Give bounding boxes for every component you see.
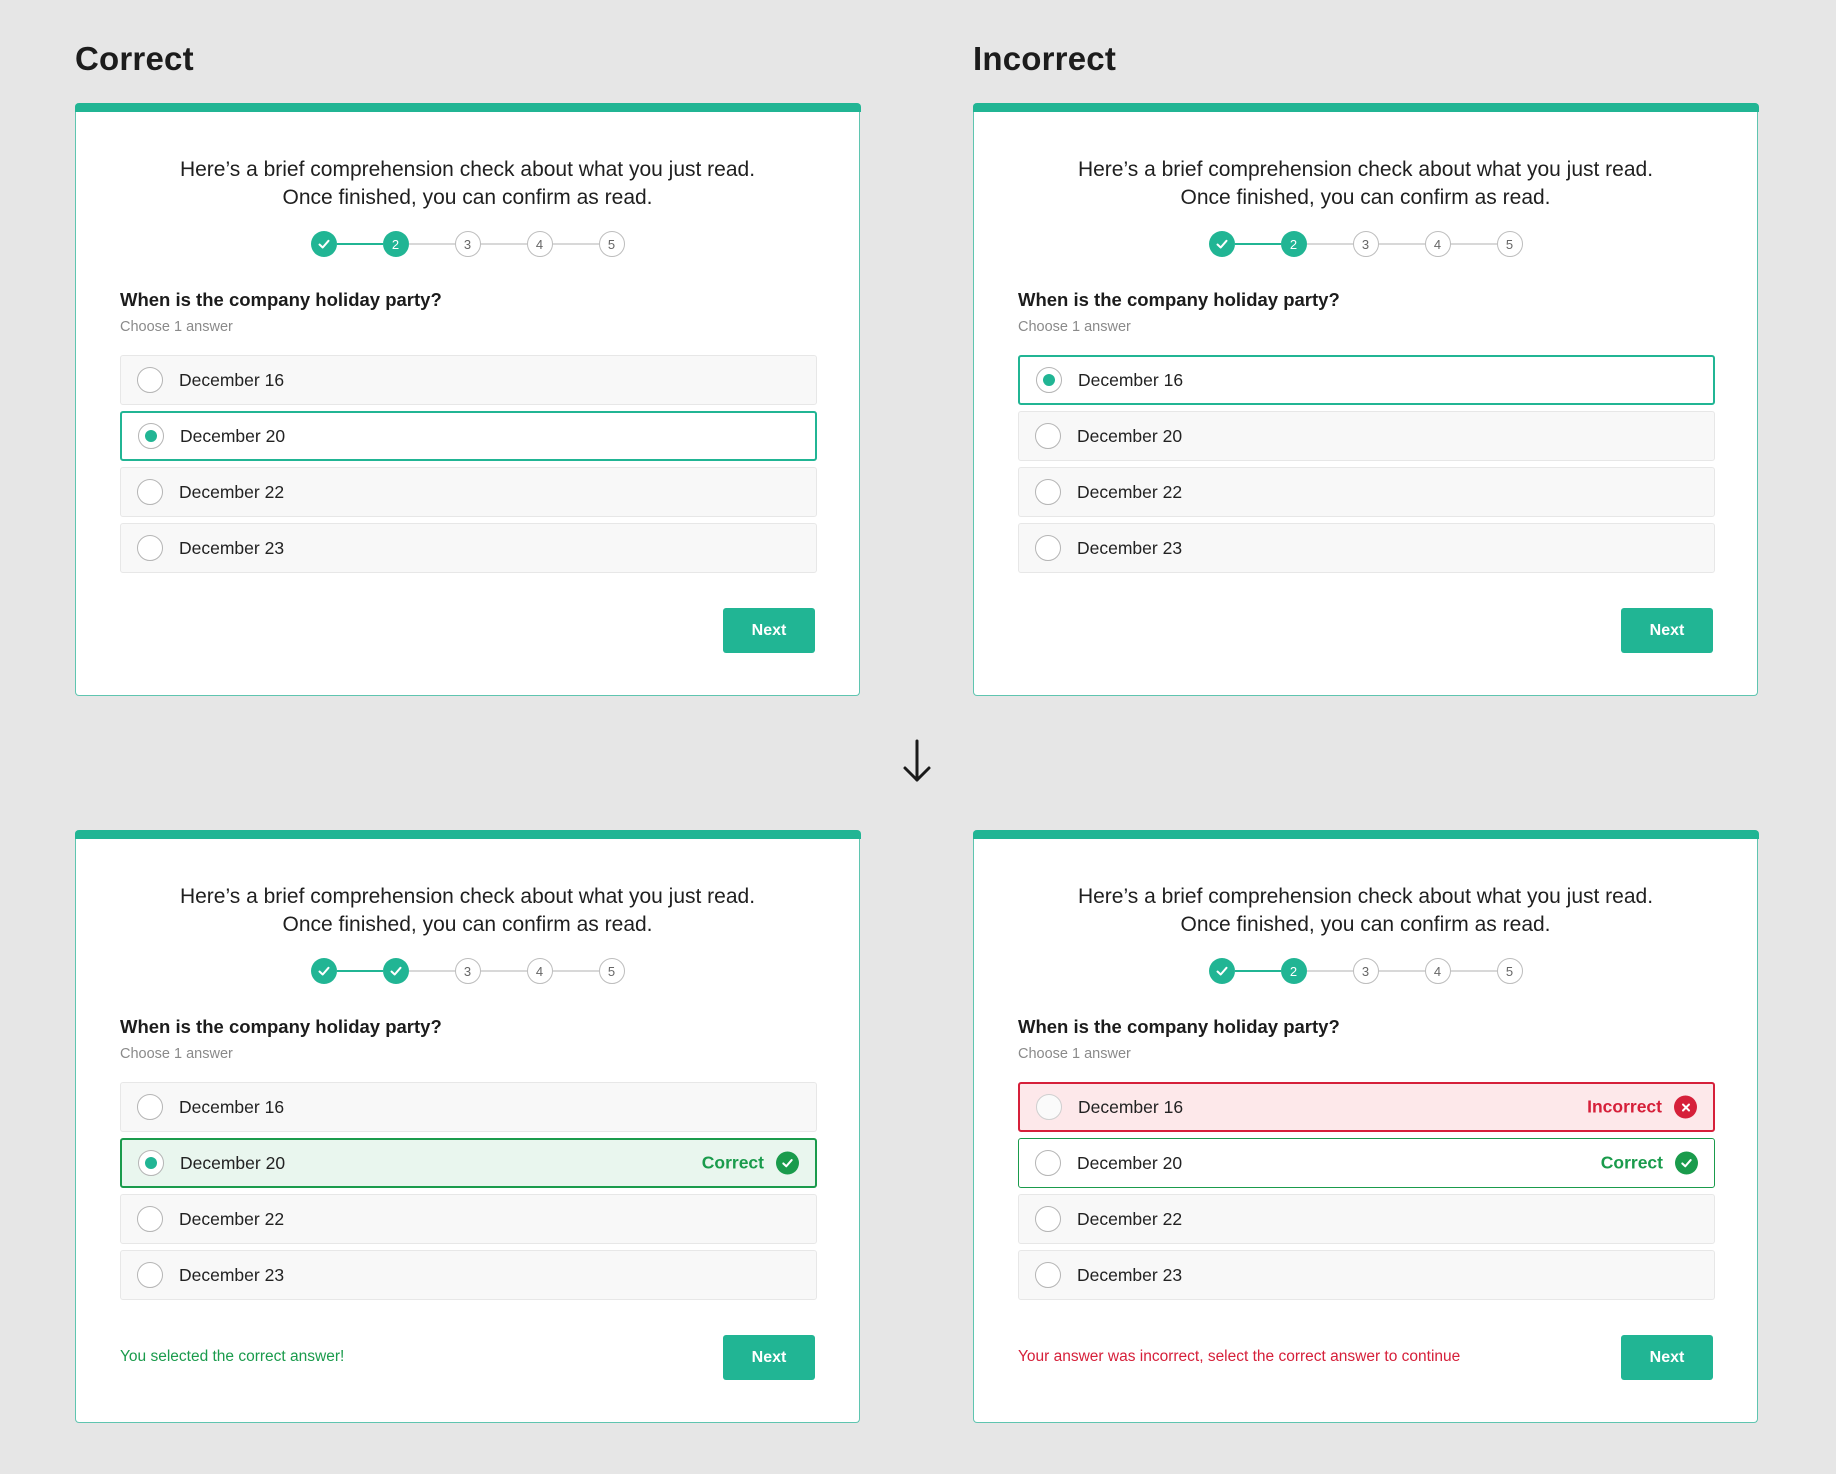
step-3: 3	[454, 231, 481, 257]
radio-button[interactable]	[138, 423, 164, 449]
radio-button[interactable]	[1036, 367, 1062, 393]
progress-stepper: 3 4 5	[76, 957, 859, 985]
quiz-card-correct-before: Here’s a brief comprehension check about…	[74, 103, 861, 696]
quiz-card-incorrect-before: Here’s a brief comprehension check about…	[972, 103, 1759, 696]
correct-badge: Correct	[702, 1151, 799, 1175]
step-4: 4	[526, 231, 553, 257]
incorrect-column-title: Incorrect	[973, 40, 1117, 77]
answer-option[interactable]: December 22	[1018, 467, 1715, 517]
incorrect-badge: Incorrect	[1587, 1095, 1697, 1119]
radio-button[interactable]	[137, 1206, 163, 1232]
answer-option[interactable]: December 22	[120, 467, 817, 517]
radio-button[interactable]	[137, 479, 163, 505]
radio-button[interactable]	[137, 1262, 163, 1288]
question-text: When is the company holiday party?	[120, 1016, 442, 1037]
radio-button[interactable]	[138, 1150, 164, 1176]
question-hint: Choose 1 answer	[120, 319, 233, 335]
answer-option[interactable]: December 16	[120, 1082, 817, 1132]
radio-button[interactable]	[1035, 1150, 1061, 1176]
step-1-complete-check-icon	[1208, 231, 1235, 257]
radio-button[interactable]	[1035, 479, 1061, 505]
answer-options: December 16 December 20 December 22 Dece…	[120, 355, 817, 579]
progress-stepper: 2 3 4 5	[974, 230, 1757, 258]
step-1-complete-check-icon	[1208, 958, 1235, 984]
answer-option-selected[interactable]: December 20	[120, 411, 817, 461]
next-button[interactable]: Next	[723, 608, 815, 653]
answer-option[interactable]: December 23	[120, 1250, 817, 1300]
step-3: 3	[1352, 231, 1379, 257]
answer-option[interactable]: December 16	[120, 355, 817, 405]
step-4: 4	[526, 958, 553, 984]
answer-option[interactable]: December 22	[1018, 1194, 1715, 1244]
quiz-card-incorrect-after: Here’s a brief comprehension check about…	[972, 830, 1759, 1423]
radio-button[interactable]	[1035, 1262, 1061, 1288]
x-icon	[1674, 1095, 1697, 1119]
answer-options: December 16 Incorrect December 20 Correc…	[1018, 1082, 1715, 1306]
intro-text: Here’s a brief comprehension check about…	[179, 885, 756, 936]
step-3: 3	[454, 958, 481, 984]
step-5: 5	[1496, 958, 1523, 984]
answer-option[interactable]: December 22	[120, 1194, 817, 1244]
quiz-card-correct-after: Here’s a brief comprehension check about…	[74, 830, 861, 1423]
intro-text: Here’s a brief comprehension check about…	[179, 158, 756, 209]
question-hint: Choose 1 answer	[120, 1046, 233, 1062]
answer-option[interactable]: December 23	[120, 523, 817, 573]
step-2: 2	[1280, 958, 1307, 984]
progress-stepper: 2 3 4 5	[974, 957, 1757, 985]
answer-option-incorrect[interactable]: December 16 Incorrect	[1018, 1082, 1715, 1132]
question-text: When is the company holiday party?	[1018, 289, 1340, 310]
answer-option[interactable]: December 23	[1018, 523, 1715, 573]
step-2-complete-check-icon	[382, 958, 409, 984]
radio-button[interactable]	[137, 367, 163, 393]
step-1-complete-check-icon	[310, 231, 337, 257]
radio-button[interactable]	[137, 535, 163, 561]
step-1-complete-check-icon	[310, 958, 337, 984]
next-button[interactable]: Next	[1621, 608, 1713, 653]
step-3: 3	[1352, 958, 1379, 984]
radio-button[interactable]	[1035, 535, 1061, 561]
down-arrow-icon	[903, 739, 931, 782]
step-4: 4	[1424, 231, 1451, 257]
question-text: When is the company holiday party?	[120, 289, 442, 310]
success-message: You selected the correct answer!	[120, 1348, 345, 1365]
step-4: 4	[1424, 958, 1451, 984]
question-hint: Choose 1 answer	[1018, 319, 1131, 335]
answer-options: December 16 December 20 Correct December…	[120, 1082, 817, 1306]
next-button[interactable]: Next	[723, 1335, 815, 1380]
check-icon	[1675, 1151, 1698, 1175]
answer-option[interactable]: December 23	[1018, 1250, 1715, 1300]
next-button[interactable]: Next	[1621, 1335, 1713, 1380]
check-icon	[776, 1151, 799, 1175]
step-5: 5	[598, 231, 625, 257]
question-hint: Choose 1 answer	[1018, 1046, 1131, 1062]
step-2: 2	[382, 231, 409, 257]
step-2: 2	[1280, 231, 1307, 257]
correct-badge: Correct	[1601, 1151, 1698, 1175]
answer-options: December 16 December 20 December 22 Dece…	[1018, 355, 1715, 579]
question-text: When is the company holiday party?	[1018, 1016, 1340, 1037]
intro-text: Here’s a brief comprehension check about…	[1077, 885, 1654, 936]
progress-stepper: 2 3 4 5	[76, 230, 859, 258]
step-5: 5	[1496, 231, 1523, 257]
correct-column-title: Correct	[75, 40, 194, 77]
radio-button[interactable]	[1035, 1206, 1061, 1232]
radio-button[interactable]	[1036, 1094, 1062, 1120]
step-5: 5	[598, 958, 625, 984]
intro-text: Here’s a brief comprehension check about…	[1077, 158, 1654, 209]
radio-button[interactable]	[137, 1094, 163, 1120]
answer-option[interactable]: December 20	[1018, 411, 1715, 461]
answer-option-correct[interactable]: December 20 Correct	[1018, 1138, 1715, 1188]
answer-option-selected[interactable]: December 16	[1018, 355, 1715, 405]
radio-button[interactable]	[1035, 423, 1061, 449]
answer-option-correct[interactable]: December 20 Correct	[120, 1138, 817, 1188]
error-message: Your answer was incorrect, select the co…	[1018, 1348, 1461, 1365]
